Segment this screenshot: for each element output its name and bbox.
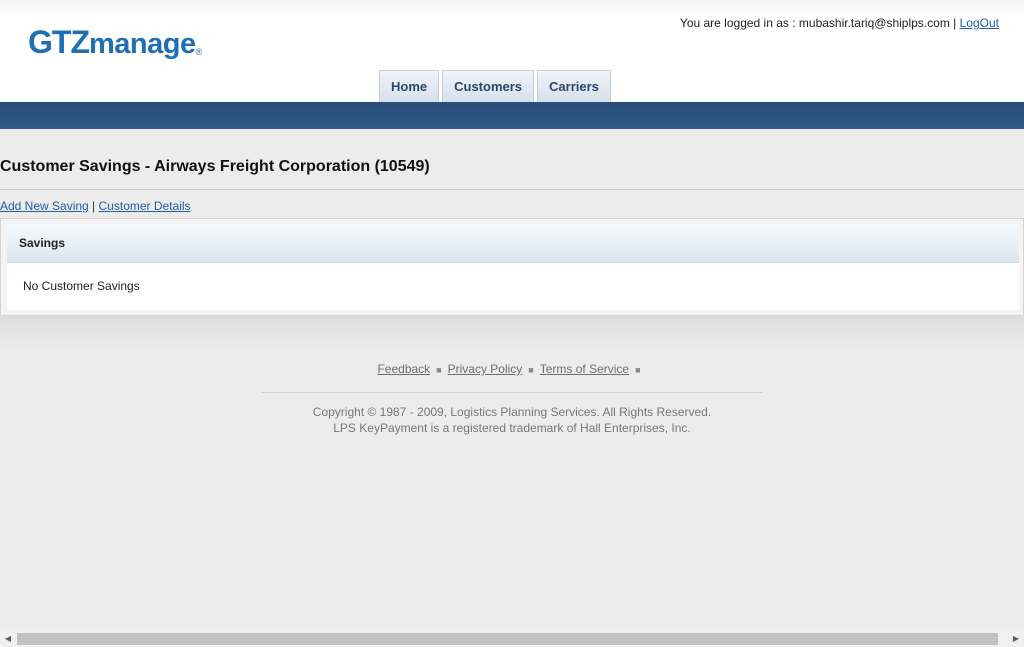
login-info: You are logged in as : mubashir.tariq@sh…: [680, 16, 999, 30]
copyright-line: Copyright © 1987 - 2009, Logistics Plann…: [312, 405, 712, 419]
logo-gtz-text: GTZ: [28, 24, 90, 60]
gtzmanage-logo[interactable]: GTZmanage®: [28, 24, 202, 61]
action-links-divider: |: [88, 199, 99, 213]
content-shadow: [0, 316, 1024, 350]
footer-divider: [262, 392, 762, 393]
page-title: Customer Savings - Airways Freight Corpo…: [0, 158, 430, 175]
title-divider: [0, 189, 1024, 190]
customer-details-link[interactable]: Customer Details: [99, 199, 191, 213]
action-links: Add New Saving | Customer Details: [0, 199, 191, 213]
logout-link[interactable]: LogOut: [960, 16, 999, 30]
footer-separator: ■: [436, 365, 442, 375]
scroll-left-arrow-icon[interactable]: ◀: [0, 631, 16, 647]
header: GTZmanage® You are logged in as : mubash…: [0, 0, 1024, 102]
main-nav-tabs: Home Customers Carriers: [379, 70, 614, 102]
logged-in-prefix: You are logged in as :: [679, 16, 799, 30]
scroll-right-arrow-icon[interactable]: ▶: [1008, 631, 1024, 647]
add-new-saving-link[interactable]: Add New Saving: [0, 199, 89, 213]
scrollbar-thumb[interactable]: [17, 633, 998, 645]
empty-savings-message: No Customer Savings: [23, 279, 140, 293]
tab-home[interactable]: Home: [379, 70, 440, 102]
horizontal-scrollbar[interactable]: ◀ ▶: [0, 631, 1024, 647]
login-divider: |: [949, 16, 960, 30]
sub-nav-bar: [0, 102, 1024, 129]
user-email: mubashir.tariq@shiplps.com: [798, 16, 950, 30]
copyright: Copyright © 1987 - 2009, Logistics Plann…: [0, 404, 1024, 436]
terms-of-service-link[interactable]: Terms of Service: [540, 362, 629, 376]
logo-manage-text: manage: [88, 28, 196, 60]
footer-separator: ■: [528, 365, 534, 375]
feedback-link[interactable]: Feedback: [377, 362, 430, 376]
logo-registered-mark: ®: [195, 47, 203, 57]
tab-customers[interactable]: Customers: [442, 70, 535, 102]
savings-panel-header: Savings: [7, 224, 1019, 263]
tab-carriers[interactable]: Carriers: [537, 70, 611, 102]
footer-links: Feedback ■ Privacy Policy ■ Terms of Service…: [0, 362, 1024, 376]
savings-panel: Savings No Customer Savings: [0, 218, 1024, 316]
privacy-policy-link[interactable]: Privacy Policy: [448, 362, 523, 376]
footer-separator: ■: [635, 365, 641, 375]
savings-panel-title: Savings: [19, 236, 66, 250]
savings-panel-body: No Customer Savings: [7, 263, 1019, 310]
trademark-line: LPS KeyPayment is a registered trademark…: [333, 421, 691, 435]
